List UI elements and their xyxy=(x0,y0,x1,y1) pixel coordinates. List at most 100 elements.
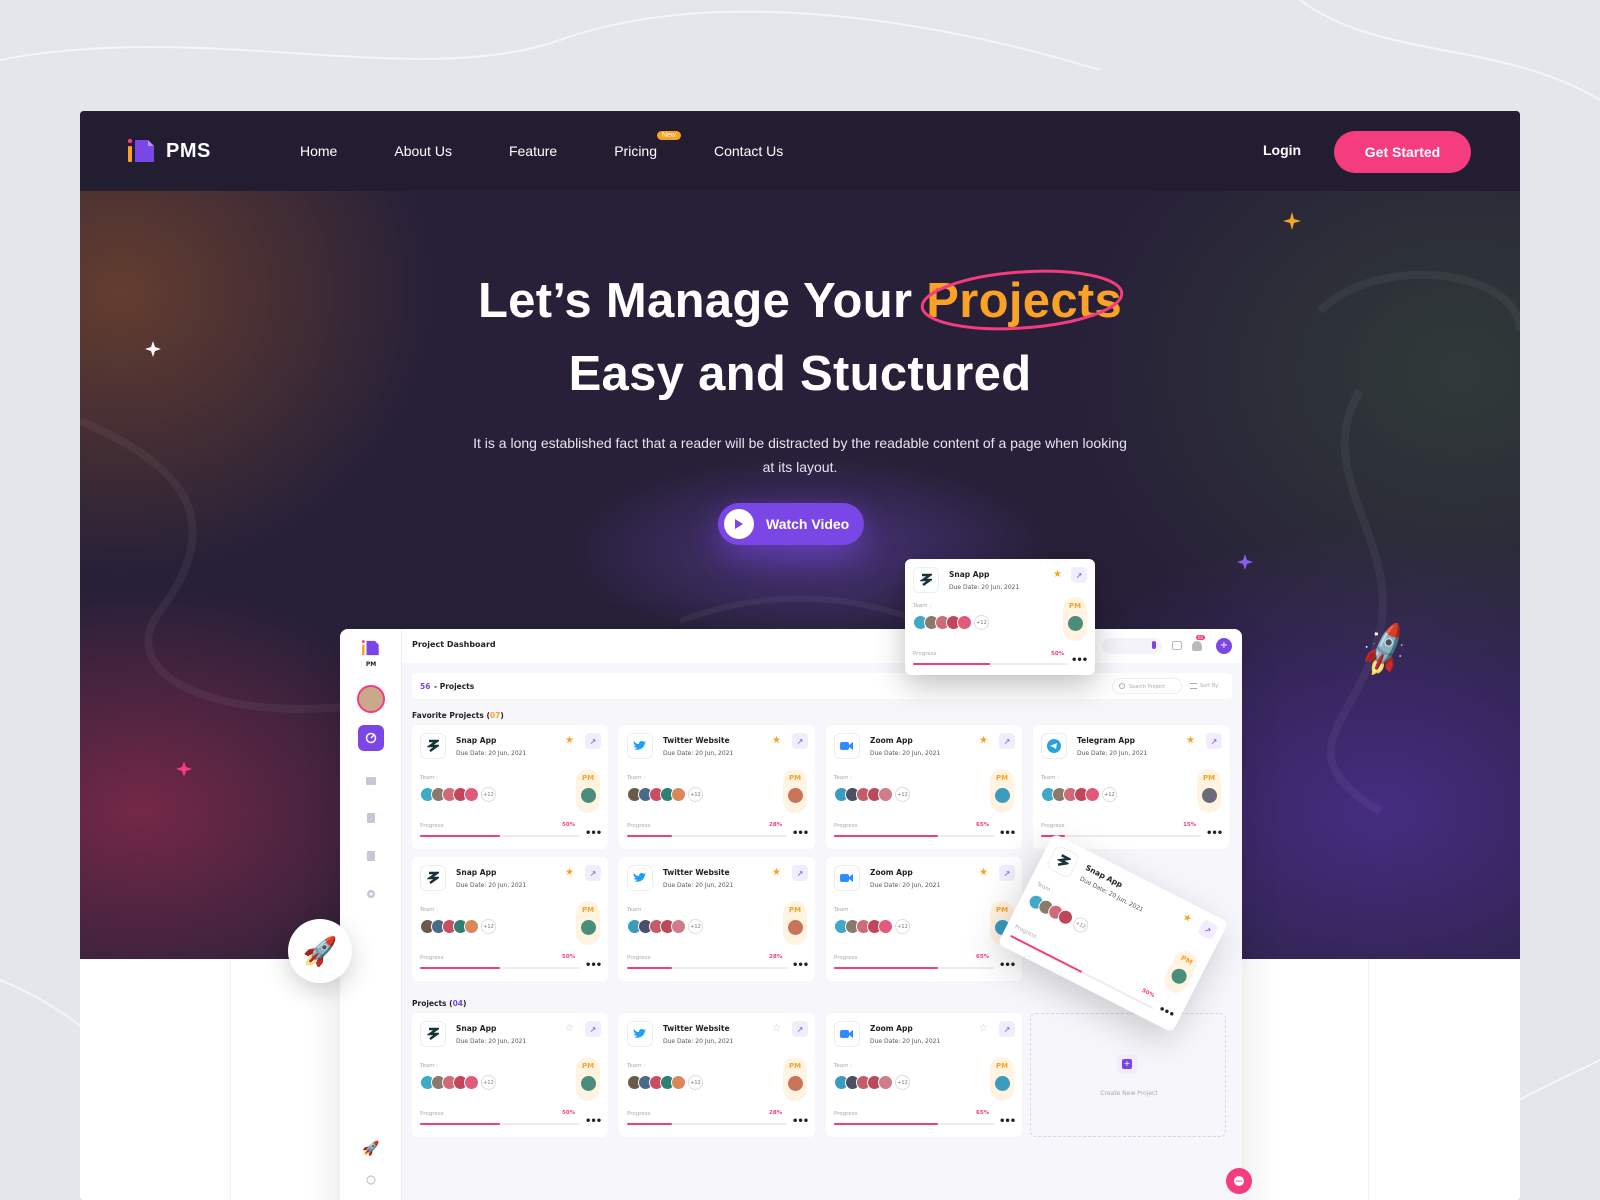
pm-label: PM xyxy=(1179,954,1194,967)
add-icon[interactable]: + xyxy=(1216,638,1232,654)
avatar xyxy=(878,1075,893,1090)
more-options-icon[interactable]: ••• xyxy=(585,1116,602,1127)
search-project-input[interactable]: Search Project xyxy=(1112,678,1182,694)
open-arrow-icon[interactable]: ↗ xyxy=(999,733,1015,749)
report-icon[interactable] xyxy=(360,845,382,867)
star-icon[interactable]: ★ xyxy=(1053,569,1062,580)
floating-project-card[interactable]: Snap App Due Date: 20 Jun, 2021 ★ ↗ Team… xyxy=(905,559,1095,675)
open-arrow-icon[interactable]: ↗ xyxy=(1197,918,1219,941)
search-placeholder: Search Project xyxy=(1129,684,1165,690)
global-search-input[interactable] xyxy=(1102,638,1162,654)
open-arrow-icon[interactable]: ↗ xyxy=(792,733,808,749)
star-icon[interactable]: ★ xyxy=(979,867,988,878)
star-icon[interactable]: ★ xyxy=(979,735,988,746)
more-options-icon[interactable]: ••• xyxy=(792,960,809,971)
project-card[interactable]: Zoom App Due Date: 20 Jun, 2021 ★ ↗ Team : +1… xyxy=(826,857,1022,981)
open-arrow-icon[interactable]: ↗ xyxy=(585,733,601,749)
create-project-card[interactable]: + Create New Project xyxy=(1030,1013,1226,1137)
project-card[interactable]: Zoom App Due Date: 20 Jun, 2021 ★ ↗ Team : +1… xyxy=(826,725,1022,849)
project-card[interactable]: Twitter Website Due Date: 20 Jun, 2021 ☆ ↗ T… xyxy=(619,1013,815,1137)
star-icon[interactable]: ★ xyxy=(772,867,781,878)
due-date: Due Date: 20 Jun, 2021 xyxy=(456,882,527,889)
star-icon[interactable]: ★ xyxy=(1186,735,1195,746)
more-members: +12 xyxy=(895,787,910,802)
get-started-button[interactable]: Get Started xyxy=(1334,131,1471,173)
more-options-icon[interactable]: ••• xyxy=(585,828,602,839)
project-card[interactable]: Telegram App Due Date: 20 Jun, 2021 ★ ↗ Team… xyxy=(1033,725,1229,849)
calendar-icon[interactable] xyxy=(1172,641,1182,650)
watch-video-button[interactable]: Watch Video xyxy=(718,503,864,545)
open-arrow-icon[interactable]: ↗ xyxy=(1071,567,1087,583)
progress-label: Progress xyxy=(1041,823,1065,829)
login-link[interactable]: Login xyxy=(1263,142,1301,158)
scribble-circle-icon xyxy=(920,269,1124,331)
star-icon[interactable]: ★ xyxy=(565,735,574,746)
avatar[interactable] xyxy=(357,685,385,713)
project-name: Twitter Website xyxy=(663,736,730,745)
nav-pricing[interactable]: Pricing New xyxy=(614,131,681,159)
nav-about-us[interactable]: About Us xyxy=(394,143,452,159)
progress-percent: 28% xyxy=(769,822,783,828)
project-card[interactable]: Snap App Due Date: 20 Jun, 2021 ★ ↗ Team : +1… xyxy=(412,857,608,981)
project-card[interactable]: Snap App Due Date: 20 Jun, 2021 ☆ ↗ Team : +1… xyxy=(412,1013,608,1137)
progress-fill xyxy=(913,663,990,665)
open-arrow-icon[interactable]: ↗ xyxy=(792,1021,808,1037)
due-date: Due Date: 20 Jun, 2021 xyxy=(456,750,527,757)
more-options-icon[interactable]: ••• xyxy=(792,1116,809,1127)
nav-contact-us[interactable]: Contact Us xyxy=(714,143,783,159)
open-arrow-icon[interactable]: ↗ xyxy=(1206,733,1222,749)
dashboard-nav-icon[interactable] xyxy=(358,725,384,751)
project-name: Snap App xyxy=(456,1024,497,1033)
more-options-icon[interactable]: ••• xyxy=(999,1116,1016,1127)
progress-fill xyxy=(834,1123,938,1125)
power-icon[interactable] xyxy=(360,1169,382,1191)
project-name: Snap App xyxy=(456,736,497,745)
open-arrow-icon[interactable]: ↗ xyxy=(585,1021,601,1037)
nav-feature[interactable]: Feature xyxy=(509,143,557,159)
sidebar-logo[interactable]: PM xyxy=(361,639,380,668)
star-icon[interactable]: ★ xyxy=(565,867,574,878)
progress-track xyxy=(420,835,580,837)
pm-label: PM xyxy=(581,1062,595,1070)
more-options-icon[interactable]: ••• xyxy=(999,828,1016,839)
project-card[interactable]: Snap App Due Date: 20 Jun, 2021 ★ ↗ Team : +1… xyxy=(412,725,608,849)
open-arrow-icon[interactable]: ↗ xyxy=(792,865,808,881)
pm-avatar xyxy=(994,788,1010,803)
project-card[interactable]: Twitter Website Due Date: 20 Jun, 2021 ★ ↗ T… xyxy=(619,725,815,849)
more-members: +12 xyxy=(1102,787,1117,802)
chat-button[interactable] xyxy=(1226,1168,1252,1194)
sort-by-button[interactable]: Sort By xyxy=(1188,678,1228,694)
project-name: Twitter Website xyxy=(663,868,730,877)
more-options-icon[interactable]: ••• xyxy=(792,828,809,839)
star-icon[interactable]: ☆ xyxy=(979,1023,988,1034)
settings-icon[interactable] xyxy=(360,883,382,905)
avatar xyxy=(671,1075,686,1090)
more-options-icon[interactable]: ••• xyxy=(1071,655,1088,666)
notification-badge: 02 xyxy=(1196,635,1206,640)
sort-icon xyxy=(1190,683,1197,689)
files-icon[interactable] xyxy=(360,807,382,829)
pm-label: PM xyxy=(1202,774,1216,782)
nav-home[interactable]: Home xyxy=(300,143,337,159)
folder-icon[interactable] xyxy=(360,769,382,791)
open-arrow-icon[interactable]: ↗ xyxy=(999,865,1015,881)
star-icon[interactable]: ☆ xyxy=(565,1023,574,1034)
star-icon[interactable]: ★ xyxy=(772,735,781,746)
project-card[interactable]: Zoom App Due Date: 20 Jun, 2021 ☆ ↗ Team : +1… xyxy=(826,1013,1022,1137)
projects-heading: Projects (04) xyxy=(412,999,467,1008)
top-navbar: PMS Home About Us Feature Pricing New Con… xyxy=(80,111,1520,191)
progress-label: Progress xyxy=(834,955,858,961)
bell-icon[interactable]: 02 xyxy=(1192,635,1206,651)
more-options-icon[interactable]: ••• xyxy=(1156,1004,1175,1021)
project-card[interactable]: Twitter Website Due Date: 20 Jun, 2021 ★ ↗ T… xyxy=(619,857,815,981)
open-arrow-icon[interactable]: ↗ xyxy=(999,1021,1015,1037)
star-icon[interactable]: ★ xyxy=(1181,912,1194,926)
star-icon[interactable]: ☆ xyxy=(772,1023,781,1034)
more-options-icon[interactable]: ••• xyxy=(585,960,602,971)
brand-logo[interactable]: PMS xyxy=(128,137,211,165)
avatar xyxy=(464,1075,479,1090)
more-options-icon[interactable]: ••• xyxy=(1206,828,1223,839)
more-options-icon[interactable]: ••• xyxy=(999,960,1016,971)
open-arrow-icon[interactable]: ↗ xyxy=(585,865,601,881)
more-members: +12 xyxy=(1070,914,1091,936)
